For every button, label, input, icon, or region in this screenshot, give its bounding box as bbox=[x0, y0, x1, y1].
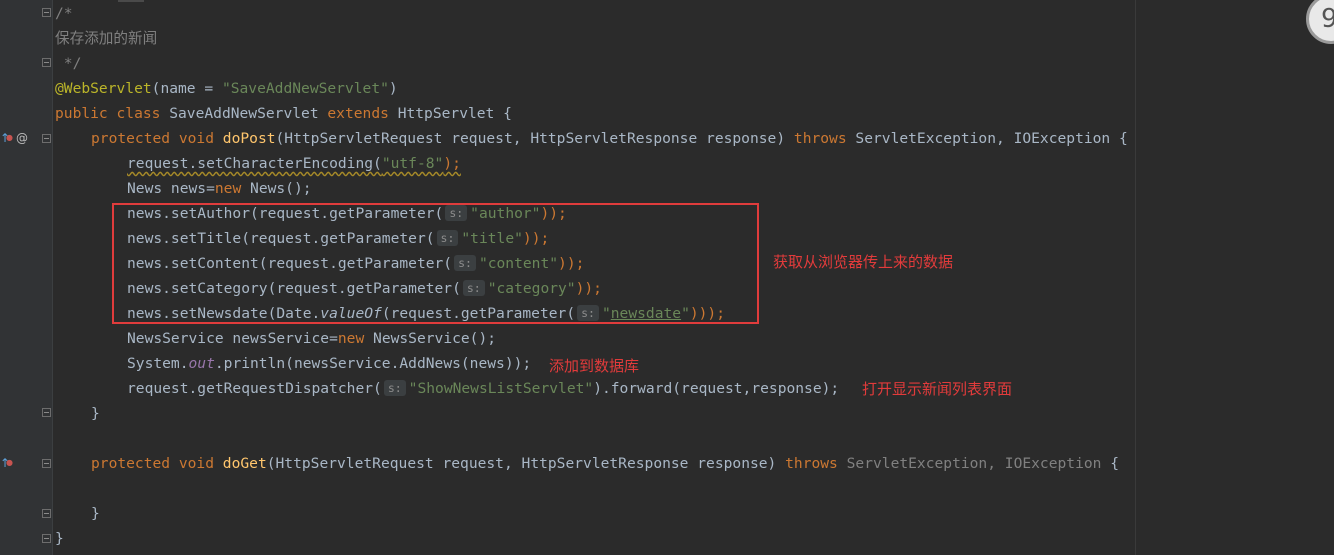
annotation-at-icon[interactable]: @ bbox=[16, 131, 28, 145]
code-line-doget-close[interactable]: } bbox=[91, 501, 100, 526]
fold-marker-comment[interactable] bbox=[42, 8, 51, 17]
annotation-box-label: 获取从浏览器传上来的数据 bbox=[773, 253, 954, 271]
code-line-doget-signature[interactable]: protected void doGet(HttpServletRequest … bbox=[91, 451, 1119, 476]
code-line-comment-open[interactable]: /* bbox=[55, 1, 73, 26]
fold-marker-dopost[interactable] bbox=[42, 134, 51, 143]
editor-gutter bbox=[0, 0, 52, 555]
code-line-println[interactable]: System.out.println(newsService.AddNews(n… bbox=[127, 351, 531, 376]
code-line-annotation[interactable]: @WebServlet(name = "SaveAddNewServlet") bbox=[55, 76, 398, 101]
right-margin-guide bbox=[1135, 0, 1136, 555]
fold-marker-dopost-end[interactable] bbox=[42, 408, 51, 417]
code-line-dispatcher[interactable]: request.getRequestDispatcher(s: "ShowNews… bbox=[127, 376, 839, 401]
code-line-class-declaration[interactable]: public class SaveAddNewServlet extends H… bbox=[55, 101, 512, 126]
override-dot-icon: ● bbox=[6, 133, 13, 142]
code-line-set-encoding[interactable]: request.setCharacterEncoding("utf-8"); bbox=[127, 151, 461, 176]
override-dot-icon-doget: ● bbox=[6, 458, 13, 467]
code-line-news-service[interactable]: NewsService newsService=new NewsService(… bbox=[127, 326, 496, 351]
code-line-dopost-signature[interactable]: protected void doPost(HttpServletRequest… bbox=[91, 126, 1128, 151]
annotation-open-label: 打开显示新闻列表界面 bbox=[862, 380, 1013, 398]
highlight-box bbox=[112, 203, 759, 324]
code-line-new-news[interactable]: News news=new News(); bbox=[127, 176, 312, 201]
code-line-class-close[interactable]: } bbox=[55, 526, 64, 551]
param-hint: s: bbox=[383, 380, 406, 396]
scroll-tab-marker bbox=[118, 0, 144, 2]
floating-badge[interactable]: 9 bbox=[1306, 0, 1334, 44]
code-line-dopost-close[interactable]: } bbox=[91, 401, 100, 426]
gutter-divider bbox=[52, 0, 53, 555]
annotation-add-label: 添加到数据库 bbox=[549, 357, 640, 375]
fold-marker-comment-end[interactable] bbox=[42, 58, 51, 67]
code-line-comment-close[interactable]: */ bbox=[55, 51, 82, 76]
fold-marker-doget-end[interactable] bbox=[42, 509, 51, 518]
fold-marker-doget[interactable] bbox=[42, 459, 51, 468]
fold-marker-class-end[interactable] bbox=[42, 534, 51, 543]
code-line-comment-text[interactable]: 保存添加的新闻 bbox=[55, 26, 157, 51]
